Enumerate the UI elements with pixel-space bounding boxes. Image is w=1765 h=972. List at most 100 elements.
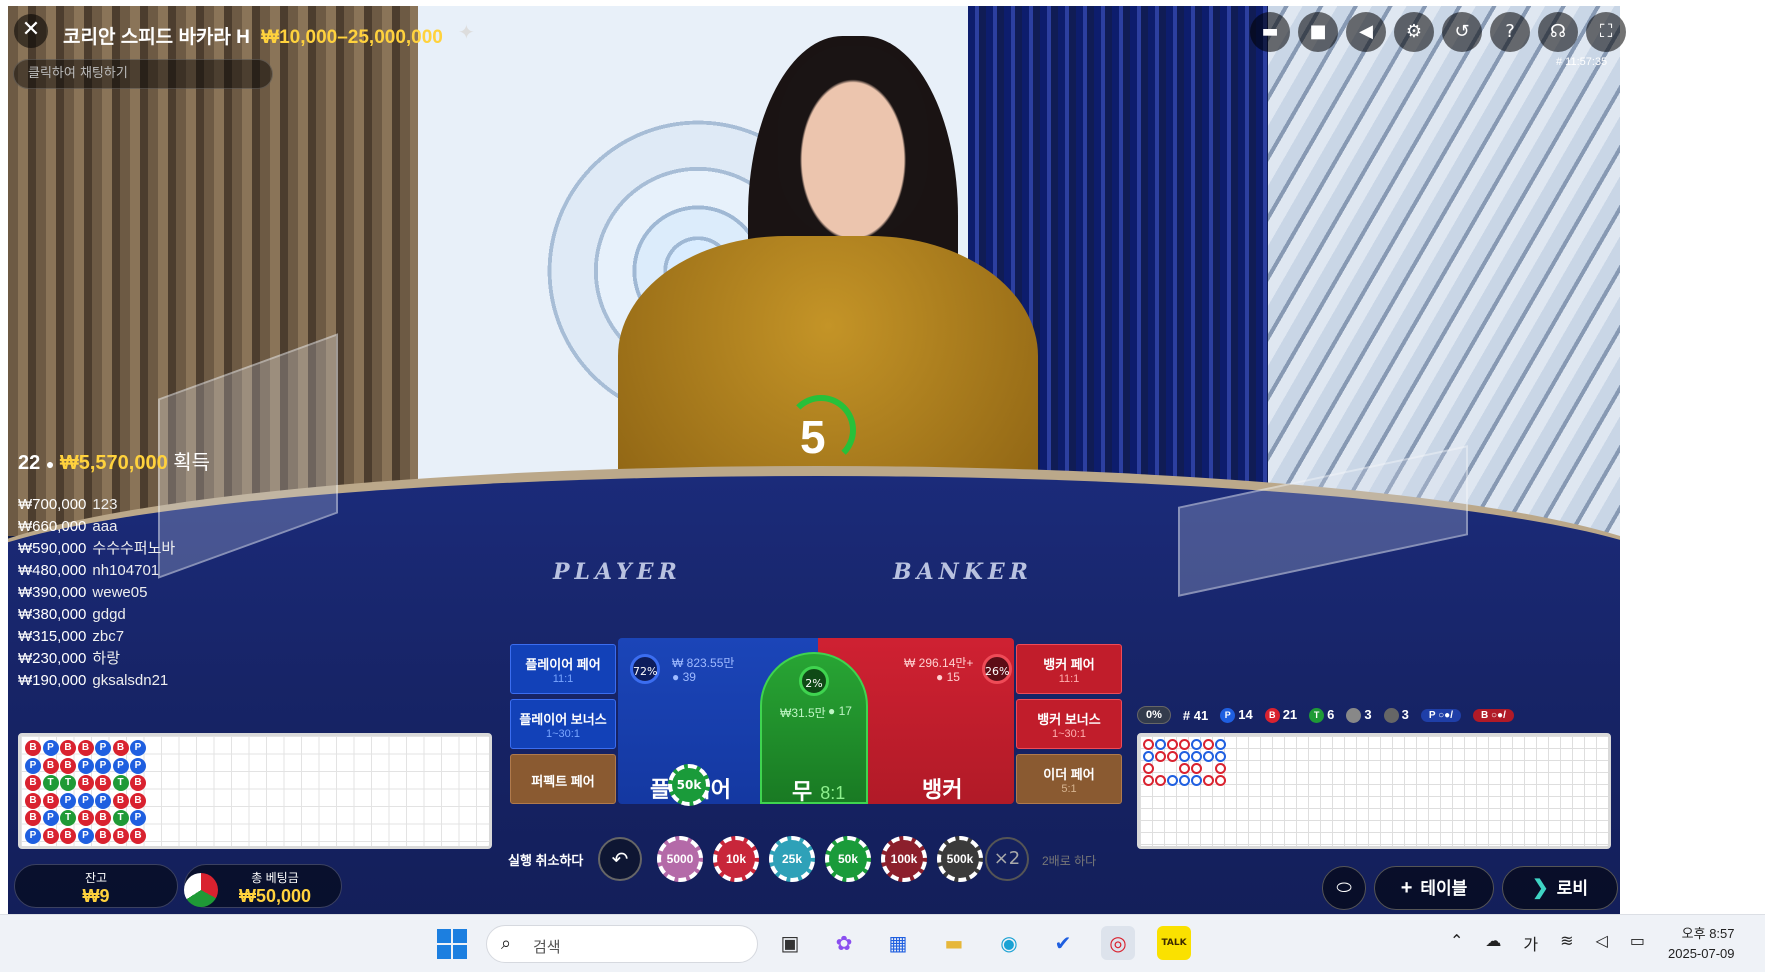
- bead: B: [112, 792, 129, 809]
- bead: T: [112, 810, 129, 826]
- predict-banker-button[interactable]: B ○●/: [1473, 708, 1514, 722]
- stat-banker-pair-value: 3: [1401, 706, 1409, 722]
- tie-count: ● 17: [828, 704, 852, 718]
- bet-tie[interactable]: 2% ₩31.5만 ● 17 무 8:1: [760, 652, 868, 804]
- player-percent: 72%: [630, 654, 660, 684]
- gear-icon[interactable]: ⚙: [1394, 12, 1434, 52]
- road-toggle-button[interactable]: ⬭: [1322, 866, 1366, 910]
- banker-ring: [1203, 775, 1214, 786]
- bet-label: 퍼펙트 페어: [531, 774, 595, 789]
- banker-ring: [1155, 751, 1166, 762]
- pin-icon[interactable]: ✦: [458, 20, 475, 44]
- player-count: ● 39: [672, 670, 696, 684]
- bet-odds: 1~30:1: [1052, 728, 1086, 740]
- speaker-icon[interactable]: ◁: [1596, 931, 1608, 955]
- stat-zero: 0%: [1137, 706, 1171, 724]
- volume-icon[interactable]: ◀: [1346, 12, 1386, 52]
- bead: T: [60, 810, 76, 826]
- copilot-icon[interactable]: ✿: [827, 926, 861, 960]
- banker-ring: [1143, 775, 1154, 786]
- chevron-up-icon[interactable]: ⌃: [1450, 931, 1463, 955]
- bet-player-bonus[interactable]: 플레이어 보너스 1~30:1: [510, 699, 616, 749]
- player-ring: [1167, 775, 1178, 786]
- windows-start-icon[interactable]: [437, 929, 467, 959]
- kakaotalk-icon[interactable]: TALK: [1157, 926, 1191, 960]
- bead-road[interactable]: BPBBBPPBTBPBBBTPTBBPBPBPPPBPBBBPTBTBPPBB…: [18, 733, 492, 849]
- lobby-button[interactable]: ❯ 로비: [1502, 866, 1618, 910]
- bead: P: [130, 810, 146, 826]
- player-ring: [1191, 751, 1202, 762]
- headset-icon[interactable]: ☊: [1538, 12, 1578, 52]
- history-icon[interactable]: ↺: [1442, 12, 1482, 52]
- chip-5000[interactable]: 5000: [657, 836, 703, 882]
- bead: B: [25, 792, 41, 809]
- bead: B: [60, 757, 76, 774]
- video-icon[interactable]: ■: [1298, 12, 1338, 52]
- round-id: # 11:57:35: [1556, 56, 1608, 68]
- bead: P: [42, 810, 59, 826]
- todo-icon[interactable]: ✔: [1046, 926, 1080, 960]
- wifi-icon[interactable]: ≋: [1560, 931, 1573, 955]
- battery-icon[interactable]: ▭: [1630, 931, 1645, 955]
- bet-label: 뱅커 보너스: [1037, 712, 1101, 727]
- winner-row: ₩660,000 aaa: [18, 516, 238, 538]
- banker-dot-icon: B: [1264, 708, 1280, 724]
- winner-name: wewe05: [92, 584, 148, 601]
- banker-label: 뱅커: [922, 777, 963, 802]
- bead: T: [42, 775, 59, 791]
- task-view-icon[interactable]: ▣: [773, 926, 807, 960]
- road-icon: ⬭: [1336, 877, 1352, 898]
- store-icon[interactable]: ▦: [881, 926, 915, 960]
- bet-player-pair[interactable]: 플레이어 페어 11:1: [510, 644, 616, 694]
- total-bet-label: 총 베팅금: [251, 871, 299, 885]
- winners-label: 획득: [173, 452, 211, 474]
- undo-button[interactable]: ↶: [598, 837, 642, 881]
- tie-odds: 8:1: [820, 783, 846, 803]
- close-button[interactable]: ✕: [14, 14, 48, 48]
- player-ring: [1203, 751, 1214, 762]
- big-road[interactable]: [1137, 733, 1611, 849]
- chat-icon[interactable]: ▬: [1250, 12, 1290, 52]
- tables-button[interactable]: + 테이블: [1374, 866, 1494, 910]
- bet-banker-bonus[interactable]: 뱅커 보너스 1~30:1: [1016, 699, 1122, 749]
- undo-label: 실행 취소하다: [508, 853, 584, 868]
- bet-perfect-pair[interactable]: 퍼펙트 페어: [510, 754, 616, 804]
- banker-ring: [1215, 763, 1226, 774]
- pair-dot-icon: [1346, 708, 1362, 724]
- taskbar-clock[interactable]: 오후 8:57 2025-07-09: [1668, 924, 1735, 964]
- ime-indicator[interactable]: 가: [1523, 931, 1538, 955]
- predict-player-button[interactable]: P ○●/: [1420, 708, 1461, 722]
- player-ring: [1179, 751, 1190, 762]
- fullscreen-icon[interactable]: ⛶: [1586, 12, 1626, 52]
- taskbar-search[interactable]: ⌕ 검색: [486, 925, 758, 963]
- bet-banker-pair[interactable]: 뱅커 페어 11:1: [1016, 644, 1122, 694]
- player-ring: [1215, 751, 1226, 762]
- person-icon: ●: [828, 704, 839, 718]
- double-button[interactable]: ×2: [985, 837, 1029, 881]
- placed-chip[interactable]: 50k: [668, 764, 710, 806]
- chip-50k[interactable]: 50k: [825, 836, 871, 882]
- help-icon[interactable]: ?: [1490, 12, 1530, 52]
- winner-row: ₩230,000 하랑: [18, 648, 238, 670]
- file-explorer-icon[interactable]: ▬: [937, 926, 971, 960]
- winner-amount: ₩660,000: [18, 518, 87, 535]
- chip-10k[interactable]: 10k: [713, 836, 759, 882]
- chat-input[interactable]: 클릭하여 채팅하기: [13, 59, 273, 89]
- person-icon: ●: [672, 670, 683, 684]
- person-icon: ●: [936, 670, 947, 684]
- bead-column: BPTBTB: [112, 740, 129, 844]
- winners-summary: 22 ● ₩5,570,000 획득: [18, 446, 210, 475]
- bead: B: [42, 792, 59, 809]
- bet-either-pair[interactable]: 이더 페어 5:1: [1016, 754, 1122, 804]
- bead: P: [60, 792, 76, 809]
- winner-name: nh104701: [92, 562, 160, 579]
- chip-500k[interactable]: 500k: [937, 836, 983, 882]
- chip-25k[interactable]: 25k: [769, 836, 815, 882]
- bead: B: [60, 827, 76, 844]
- bead: P: [95, 792, 111, 809]
- bead: B: [25, 810, 41, 826]
- chrome-icon[interactable]: ◎: [1101, 926, 1135, 960]
- network-off-icon[interactable]: ☁: [1485, 931, 1501, 955]
- chip-100k[interactable]: 100k: [881, 836, 927, 882]
- edge-icon[interactable]: ◉: [992, 926, 1026, 960]
